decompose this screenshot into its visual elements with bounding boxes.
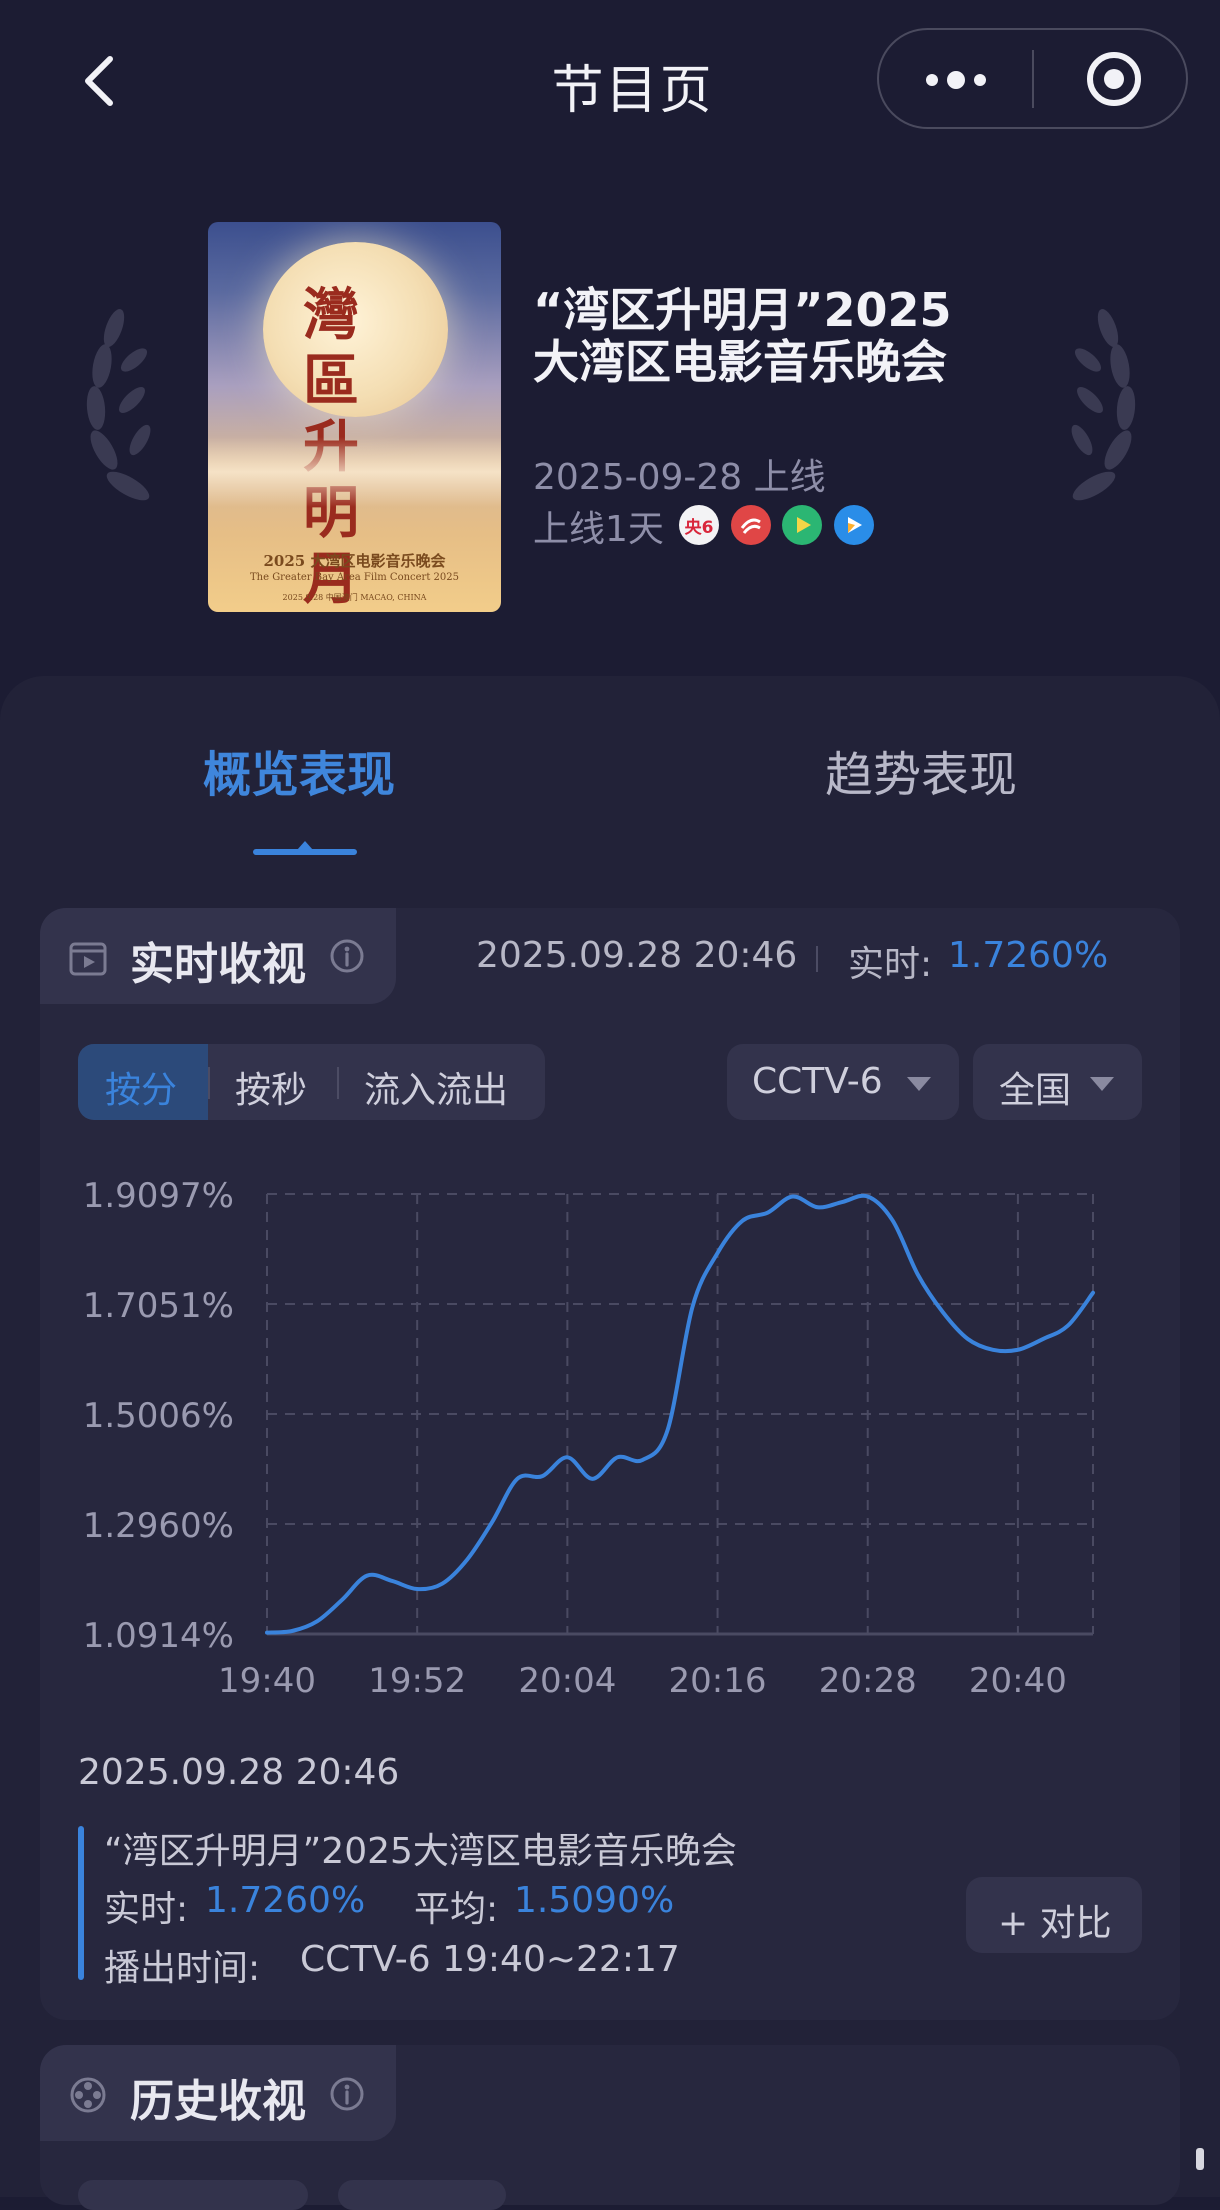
x-tick-label: 20:28 (819, 1661, 917, 1701)
segment-divider (337, 1067, 339, 1099)
cctv6-icon: 央6 (679, 505, 719, 545)
detail-airtime-value: CCTV-6 19:40~22:17 (300, 1939, 680, 1980)
segment-by-minute[interactable]: 按分 (105, 1061, 177, 1113)
chart-y-ticks: 1.9097% 1.7051% 1.5006% 1.2960% 1.0914% (83, 1176, 234, 1656)
detail-average-value: 1.5090% (514, 1880, 675, 1921)
release-date: 2025-09-28 上线 (533, 457, 826, 498)
tab-trend[interactable]: 趋势表现 (825, 735, 1017, 805)
detail-realtime-value: 1.7260% (205, 1880, 366, 1921)
compare-button-label: + 对比 (998, 1903, 1112, 1944)
history-title: 历史收视 (130, 2076, 306, 2127)
x-tick-label: 20:16 (669, 1661, 767, 1701)
realtime-title: 实时收视 (130, 939, 306, 990)
y-tick-label: 1.7051% (83, 1286, 234, 1326)
detail-airtime-label: 播出时间: (104, 1948, 261, 1989)
program-title-line2: 大湾区电影音乐晚会 (533, 335, 947, 389)
realtime-label: 实时: (848, 944, 933, 985)
program-poster[interactable]: 灣區升明月 2025 大湾区电影音乐晚会 The Greater Bay Are… (208, 222, 501, 612)
x-tick-label: 20:04 (518, 1661, 616, 1701)
mini-program-capsule (877, 28, 1188, 129)
x-tick-label: 19:40 (218, 1661, 316, 1701)
laurel-left-icon (86, 309, 151, 501)
poster-title-cn: 2025 大湾区电影音乐晚会 (263, 552, 446, 570)
program-title: “湾区升明月”2025 大湾区电影音乐晚会 (533, 284, 1093, 388)
y-tick-label: 1.2960% (83, 1506, 234, 1546)
x-tick-label: 19:52 (368, 1661, 466, 1701)
target-icon[interactable] (1085, 50, 1143, 108)
region-dropdown-label: 全国 (999, 1070, 1072, 1111)
detail-average-label: 平均: (414, 1889, 499, 1930)
detail-program-name: “湾区升明月”2025大湾区电影音乐晚会 (104, 1831, 737, 1872)
realtime-value: 1.7260% (948, 935, 1109, 976)
online-days: 上线1天 (533, 509, 664, 550)
y-tick-label: 1.9097% (83, 1176, 234, 1216)
program-title-line1: “湾区升明月”2025 (533, 283, 952, 337)
history-control-stub[interactable] (78, 2180, 308, 2210)
chart-grid (266, 1193, 1094, 1636)
more-dots-icon[interactable] (923, 65, 989, 95)
y-tick-label: 1.0914% (83, 1616, 234, 1656)
realtime-rating-chart[interactable]: 1.9097% 1.7051% 1.5006% 1.2960% 1.0914% 19:4… (0, 1150, 1220, 1710)
segment-divider (208, 1067, 210, 1099)
play-platform-icon (782, 505, 822, 545)
channel-dropdown-label: CCTV-6 (752, 1061, 883, 1102)
poster-title-en: The Greater Bay Area Film Concert 2025 (249, 572, 459, 583)
info-icon[interactable] (329, 2076, 365, 2112)
caret-down-icon (907, 1077, 931, 1091)
video-platform-icon (834, 505, 874, 545)
realtime-separator (816, 946, 818, 972)
poster-venue: 2025.9.28 中国澳门 MACAO, CHINA (282, 593, 427, 602)
segment-by-second[interactable]: 按秒 (235, 1061, 307, 1113)
history-control-stub[interactable] (338, 2180, 506, 2210)
tv-play-icon (69, 942, 107, 976)
info-icon[interactable] (329, 938, 365, 974)
film-reel-icon (70, 2077, 106, 2113)
detail-accent-bar (78, 1826, 84, 1980)
realtime-timestamp: 2025.09.28 20:46 (476, 935, 798, 976)
tab-overview[interactable]: 概览表现 (203, 735, 395, 805)
chart-x-ticks: 19:40 19:52 20:04 20:16 20:28 20:40 (218, 1661, 1067, 1701)
y-tick-label: 1.5006% (83, 1396, 234, 1436)
x-tick-label: 20:40 (969, 1661, 1067, 1701)
capsule-divider (1032, 50, 1034, 108)
tab-indicator (253, 849, 357, 855)
segment-flow[interactable]: 流入流出 (364, 1061, 508, 1113)
detail-timestamp: 2025.09.28 20:46 (78, 1752, 400, 1793)
poster-haze (208, 437, 501, 507)
gdtv-icon (731, 505, 771, 545)
caret-down-icon (1090, 1077, 1114, 1091)
detail-realtime-label: 实时: (104, 1889, 189, 1930)
scroll-indicator (1196, 2148, 1204, 2170)
